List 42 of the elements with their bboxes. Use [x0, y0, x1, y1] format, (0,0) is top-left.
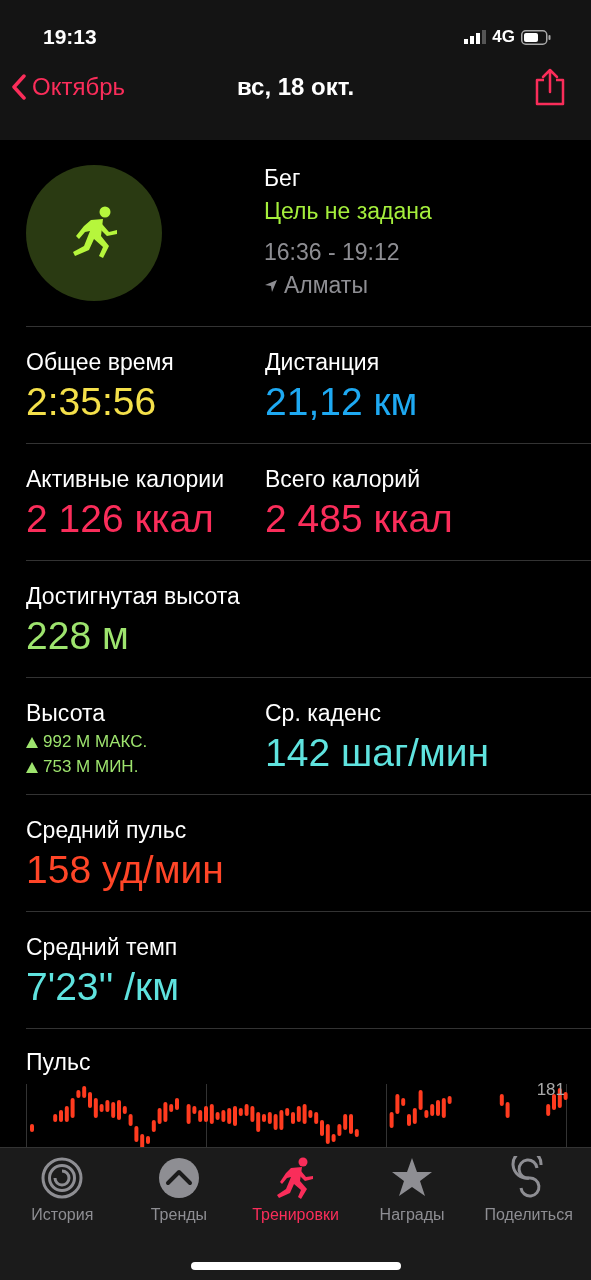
- elevation-reading: 753 М МИН.: [43, 757, 139, 777]
- chevron-up-circle-icon: [156, 1156, 201, 1200]
- metric-label: Активные калории: [26, 466, 225, 493]
- nav-title: вс, 18 окт.: [236, 73, 355, 100]
- metric-value: 21,12 км: [265, 380, 419, 424]
- metric-label: Средний темп: [26, 934, 179, 961]
- metric-value: 2:35:56: [26, 380, 158, 424]
- back-button[interactable]: Октябрь: [12, 73, 126, 101]
- metric-label: Всего калорий: [265, 466, 421, 493]
- metric-value: 7'23'' /км: [26, 965, 180, 1009]
- tab-item[interactable]: Тренировки: [237, 1156, 354, 1224]
- workout-goal: Цель не задана: [264, 198, 432, 225]
- workout-location: Алматы: [284, 272, 368, 299]
- status-time: 19:13: [43, 25, 97, 49]
- metric-value: 142 шаг/мин: [265, 731, 491, 775]
- tab-item[interactable]: История: [4, 1156, 121, 1224]
- workout-time-range: 16:36 - 19:12: [264, 239, 401, 266]
- chart-max-label: 181: [536, 1080, 565, 1100]
- signal-icon: [464, 30, 487, 44]
- rings-icon: [40, 1156, 85, 1200]
- elevation-reading: 992 М МАКС.: [43, 732, 148, 752]
- location-arrow-icon: [264, 278, 278, 293]
- tab-item[interactable]: Поделиться: [470, 1156, 587, 1224]
- metric-label: Достигнутая высота: [26, 583, 241, 610]
- chevron-left-icon: [12, 74, 26, 100]
- tab-item[interactable]: Награды: [354, 1156, 471, 1224]
- metric-label: Дистанция: [265, 349, 381, 376]
- metric-label: Средний пульс: [26, 817, 188, 844]
- metric-value: 158 уд/мин: [26, 848, 225, 892]
- workout-name: Бег: [264, 165, 302, 192]
- metric-value: 2 485 ккал: [265, 497, 454, 541]
- battery-icon: [521, 29, 551, 45]
- tab-item[interactable]: Тренды: [120, 1156, 237, 1224]
- chart-title: Пульс: [26, 1049, 92, 1076]
- metric-value: 228 м: [26, 614, 130, 658]
- metric-value: 2 126 ккал: [26, 497, 215, 541]
- share-button[interactable]: [533, 68, 567, 106]
- metric-label: Общее время: [26, 349, 175, 376]
- metric-label: Ср. каденс: [265, 700, 382, 727]
- network-label: 4G: [492, 27, 515, 47]
- share-icon: [533, 68, 567, 106]
- metric-label: Высота: [26, 700, 106, 727]
